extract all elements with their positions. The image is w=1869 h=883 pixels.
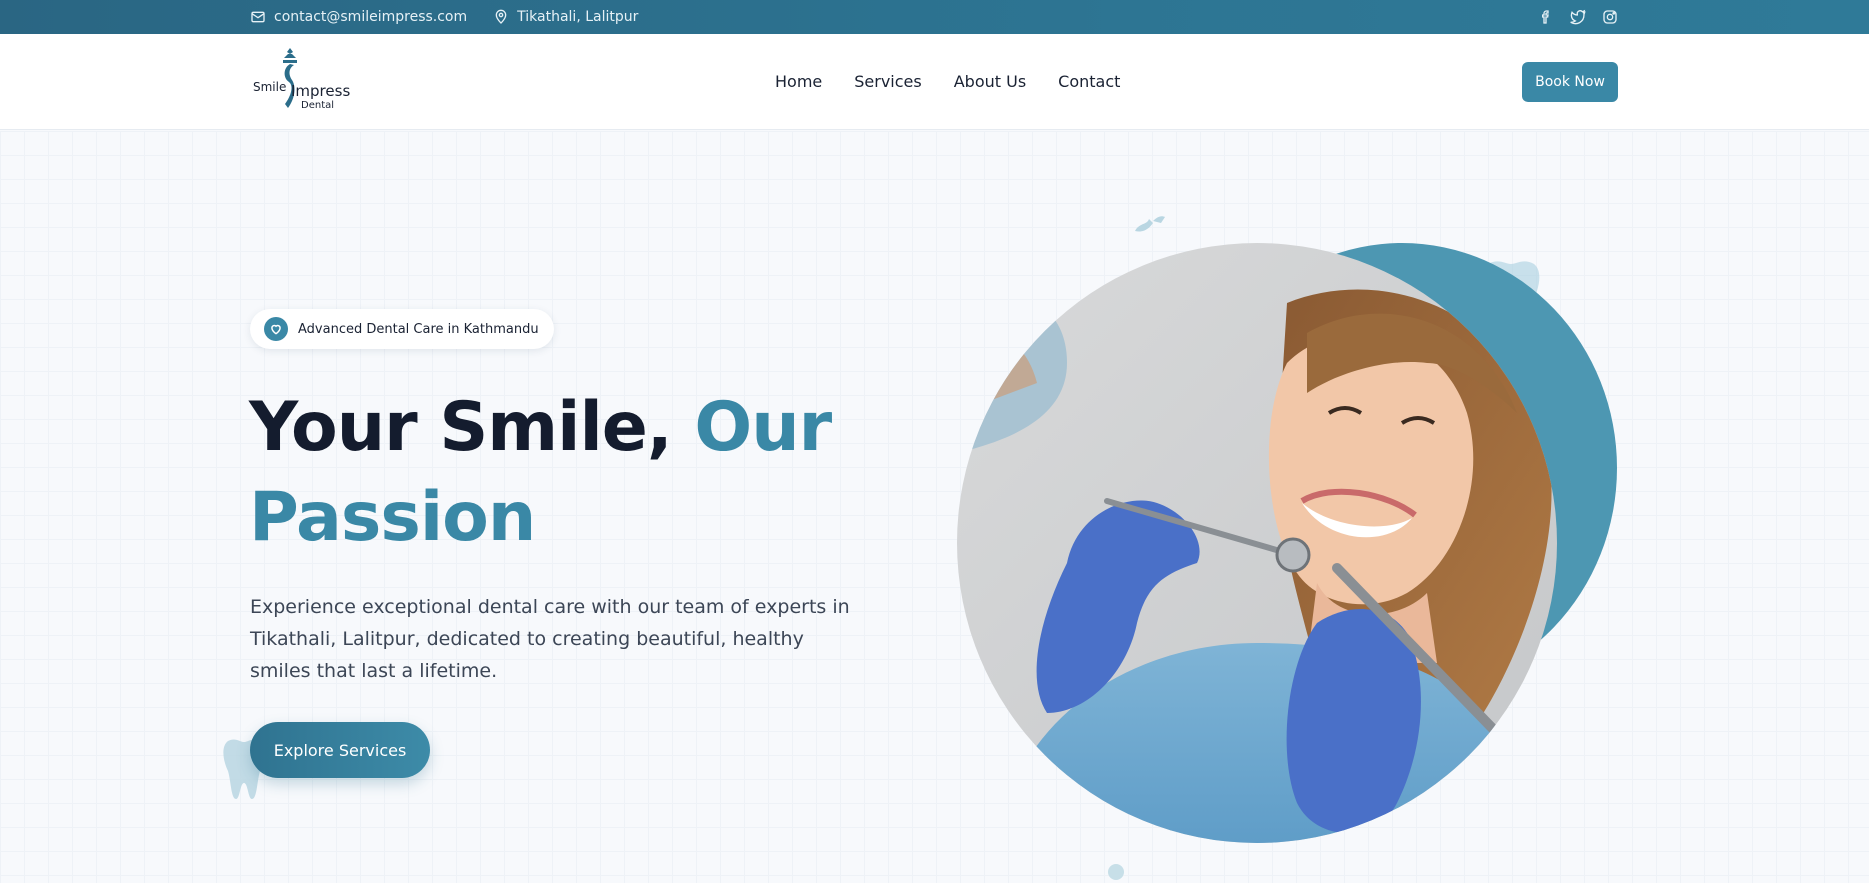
nav-about-us[interactable]: About Us xyxy=(954,72,1026,91)
explore-services-button[interactable]: Explore Services xyxy=(250,722,430,778)
twitter-icon xyxy=(1570,9,1586,25)
heart-icon xyxy=(264,317,288,341)
dental-patient-illustration xyxy=(957,243,1557,843)
social-links xyxy=(1537,8,1619,26)
facebook-icon xyxy=(1542,10,1549,24)
location-info: Tikathali, Lalitpur xyxy=(493,9,638,25)
hero-section: Advanced Dental Care in Kathmandu Your S… xyxy=(0,131,1869,883)
facebook-link[interactable] xyxy=(1537,8,1555,26)
logo-word-smile: Smile xyxy=(253,80,287,94)
nav-services[interactable]: Services xyxy=(854,72,921,91)
tooth-decoration-icon xyxy=(1108,864,1124,880)
logo[interactable]: Smile Impress Dental xyxy=(251,46,351,116)
book-now-button[interactable]: Book Now xyxy=(1522,62,1618,102)
twitter-link[interactable] xyxy=(1569,8,1587,26)
instagram-icon xyxy=(1603,10,1617,24)
hero-title: Your Smile, Our Passion xyxy=(249,383,869,563)
top-bar: contact@smileimpress.com Tikathali, Lali… xyxy=(0,0,1869,34)
mail-icon xyxy=(251,11,265,23)
email-contact[interactable]: contact@smileimpress.com xyxy=(250,9,467,25)
hero-title-main: Your Smile, xyxy=(249,388,695,467)
main-nav: Home Services About Us Contact xyxy=(775,72,1152,91)
nav-contact[interactable]: Contact xyxy=(1058,72,1120,91)
badge-text: Advanced Dental Care in Kathmandu xyxy=(298,321,539,337)
location-text: Tikathali, Lalitpur xyxy=(517,9,639,25)
nav-home[interactable]: Home xyxy=(775,72,822,91)
map-pin-icon xyxy=(495,9,507,24)
logo-mark-icon xyxy=(283,48,297,108)
logo-word-impress: Impress xyxy=(291,82,351,100)
instagram-link[interactable] xyxy=(1601,8,1619,26)
hero-badge: Advanced Dental Care in Kathmandu xyxy=(250,309,554,349)
site-header: Smile Impress Dental Home Services About… xyxy=(0,34,1869,130)
hero-image xyxy=(957,243,1557,843)
tooth-decoration-icon xyxy=(1135,216,1165,232)
email-text: contact@smileimpress.com xyxy=(274,9,468,25)
hero-description: Experience exceptional dental care with … xyxy=(250,596,850,682)
logo-word-dental: Dental xyxy=(301,100,335,111)
